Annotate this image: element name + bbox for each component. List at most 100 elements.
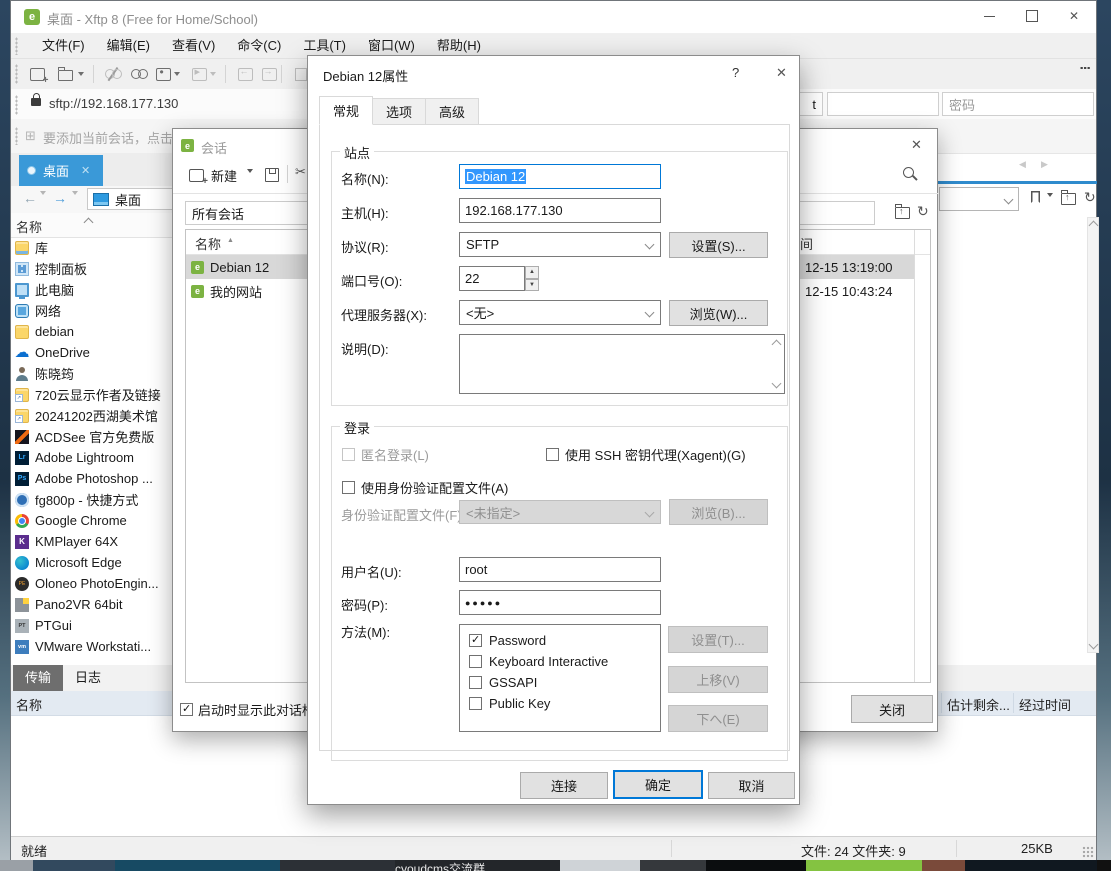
session-name-column[interactable]: 名称 [195,234,221,253]
new-session-dropdown-icon[interactable] [247,173,253,188]
scroll-up-icon[interactable] [772,340,782,350]
show-on-startup-checkbox[interactable]: 启动时显示此对话框( [180,700,319,719]
method-row[interactable]: Keyboard Interactive [469,651,660,672]
session-time-column[interactable]: 间 [800,234,813,253]
open-session-icon[interactable] [53,62,77,86]
forward-dropdown-icon[interactable] [72,195,78,210]
password-input[interactable]: ●●●●● [459,590,661,615]
addressbar-grip[interactable] [15,95,18,115]
menu-item[interactable]: 查看(V) [161,33,226,59]
name-input[interactable]: Debian 12 [459,164,661,189]
search-icon[interactable] [903,167,914,178]
session-tabbar-grip[interactable] [15,127,18,145]
toolbar-overflow-icon[interactable]: ⋮ [1078,62,1092,74]
scroll-down-icon[interactable] [772,379,782,389]
quick-password-field[interactable]: 密码 [942,92,1094,116]
quick-port-field[interactable] [827,92,939,116]
proxy-select[interactable]: <无> [459,300,661,325]
transfer-tab[interactable]: 日志 [63,665,113,691]
tab-close-icon[interactable]: ✕ [81,164,90,177]
menu-item[interactable]: 编辑(E) [96,33,161,59]
proxy-browse-button[interactable]: 浏览(W)... [669,300,768,326]
checkbox-icon[interactable] [342,448,355,461]
spin-down-icon[interactable]: ▼ [525,279,539,292]
menu-item[interactable]: 命令(C) [226,33,292,59]
minimize-button[interactable] [969,1,1009,31]
transfer-est-remaining-column[interactable]: 估计剩余... [947,695,1010,714]
bookmark-icon[interactable] [1031,191,1040,203]
link-icon[interactable] [127,62,151,86]
description-textarea[interactable] [459,334,785,394]
tab-scroll-left-icon[interactable]: ◀ [1019,159,1026,170]
properties-tab[interactable]: 常规 [319,96,373,125]
name-column-header[interactable]: 名称 [16,217,42,236]
export-icon[interactable] [257,62,281,86]
auth-profile-browse-button[interactable]: 浏览(B)... [669,499,768,525]
new-session-label[interactable]: 新建 [211,166,237,185]
checkbox-icon[interactable] [469,697,482,710]
save-icon[interactable] [265,168,279,182]
move-down-button[interactable]: 下へ(E) [668,705,768,732]
transfer-name-column[interactable]: 名称 [16,695,42,714]
checkbox-icon[interactable] [342,481,355,494]
use-auth-profile-checkbox[interactable]: 使用身份验证配置文件(A) [342,478,508,497]
port-input[interactable]: 22 [459,266,525,291]
bookmark-dropdown-icon[interactable] [1047,197,1053,212]
remote-path-combo[interactable] [939,187,1019,211]
checkbox-icon[interactable] [469,655,482,668]
anonymous-checkbox[interactable]: 匿名登录(L) [342,445,429,464]
ok-button[interactable]: 确定 [613,770,703,799]
back-dropdown-icon[interactable] [40,195,46,210]
properties-tab[interactable]: 选项 [372,98,426,125]
refresh-icon[interactable]: ↻ [917,204,929,218]
session-dialog-close-icon[interactable]: ✕ [911,137,922,153]
session-properties-dropdown-icon[interactable] [171,62,183,86]
add-session-tab-icon[interactable]: ⊞ [25,128,36,144]
forward-icon[interactable]: → [53,190,67,206]
tab-scroll-right-icon[interactable]: ▶ [1041,159,1048,170]
menu-item[interactable]: 文件(F) [31,33,96,59]
local-tab-desktop[interactable]: 桌面 ✕ [19,155,103,186]
close-session-dialog-button[interactable]: 关闭 [851,695,933,723]
address-url[interactable]: sftp://192.168.177.130 [49,96,178,111]
remote-folder-up-icon[interactable] [1061,193,1076,205]
connect-button[interactable]: 连接 [520,772,608,799]
resize-grip[interactable] [1082,846,1094,858]
maximize-button[interactable] [1012,1,1052,31]
method-row[interactable]: Password [469,630,660,651]
protocol-settings-button[interactable]: 设置(S)... [669,232,768,258]
method-row[interactable]: Public Key [469,693,660,714]
method-settings-button[interactable]: 设置(T)... [668,626,768,653]
spin-up-icon[interactable]: ▲ [525,266,539,279]
cut-icon[interactable]: ✂ [295,164,306,180]
checkbox-icon[interactable] [469,676,482,689]
close-button[interactable] [1054,1,1094,31]
back-icon[interactable]: ← [23,190,37,206]
properties-close-icon[interactable]: ✕ [776,65,787,81]
move-up-button[interactable]: 上移(V) [668,666,768,693]
cancel-button[interactable]: 取消 [708,772,795,799]
host-input[interactable]: 192.168.177.130 [459,198,661,223]
remote-scrollbar[interactable] [1087,217,1099,653]
auth-profile-select[interactable]: <未指定> [459,500,661,524]
open-session-dropdown-icon[interactable] [75,62,87,86]
checkbox-icon[interactable] [546,448,559,461]
protocol-select[interactable]: SFTP [459,232,661,257]
new-session-icon[interactable] [25,62,49,86]
ssh-agent-checkbox[interactable]: 使用 SSH 密钥代理(Xagent)(G) [546,445,746,464]
method-row[interactable]: GSSAPI [469,672,660,693]
checkbox-icon[interactable] [180,703,193,716]
username-input[interactable]: root [459,557,661,582]
folder-up-icon[interactable] [895,207,910,219]
import-icon[interactable] [233,62,257,86]
new-session-icon[interactable] [189,169,204,182]
toolbar-grip[interactable] [15,64,18,84]
properties-tab[interactable]: 高级 [425,98,479,125]
transfer-dropdown-icon[interactable] [207,62,219,86]
remote-refresh-icon[interactable]: ↻ [1084,190,1096,204]
transfer-tab[interactable]: 传输 [13,665,63,691]
checkbox-icon[interactable] [469,634,482,647]
disconnect-icon[interactable] [101,62,125,86]
menubar-grip[interactable] [15,37,18,55]
transfer-elapsed-column[interactable]: 经过时间 [1019,695,1071,714]
